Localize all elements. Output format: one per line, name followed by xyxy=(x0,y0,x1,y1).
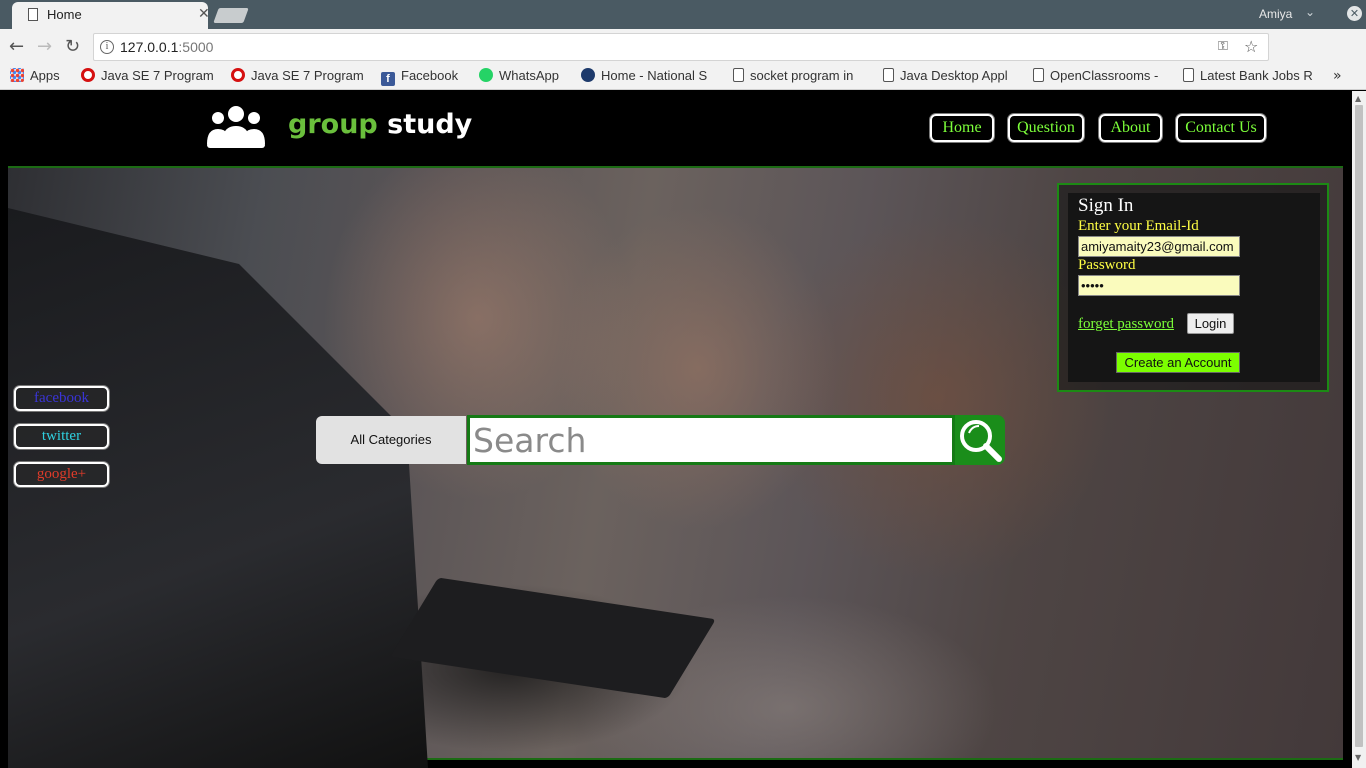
bookmark-national[interactable]: Home - National S xyxy=(581,68,715,86)
twitter-link[interactable]: twitter xyxy=(14,424,109,449)
nav-contact-us[interactable]: Contact Us xyxy=(1176,114,1266,142)
new-tab-button[interactable] xyxy=(213,8,249,23)
url-text[interactable]: 127.0.0.1:5000 xyxy=(120,39,213,55)
email-label: Enter your Email-Id xyxy=(1078,218,1199,234)
site-header: group study Home Question About Contact … xyxy=(0,91,1352,167)
site-icon xyxy=(581,68,595,82)
signin-form: Sign In Enter your Email-Id Password for… xyxy=(1068,193,1320,382)
document-icon xyxy=(883,68,894,82)
bookmarks-bar: Apps Java SE 7 Program Java SE 7 Program… xyxy=(0,65,1366,90)
key-icon[interactable]: ⚿ xyxy=(1218,39,1228,54)
scroll-up-icon[interactable]: ▲ xyxy=(1355,94,1361,103)
page: group study Home Question About Contact … xyxy=(0,91,1352,768)
nav-about[interactable]: About xyxy=(1099,114,1162,142)
whatsapp-icon xyxy=(479,68,493,82)
google-plus-link[interactable]: google+ xyxy=(14,462,109,487)
browser-tab-strip: Home ✕ Amiya ⌄ ✕ xyxy=(0,0,1366,29)
tab-title: Home xyxy=(47,7,82,22)
facebook-icon: f xyxy=(381,72,395,86)
star-icon[interactable]: ☆ xyxy=(1244,37,1258,56)
hero-photo-monitor xyxy=(8,208,428,768)
create-account-button[interactable]: Create an Account xyxy=(1116,352,1240,373)
browser-toolbar: ← → ↻ i 127.0.0.1:5000 ⚿ ☆ ⋮ xyxy=(0,29,1366,86)
scroll-down-icon[interactable]: ▼ xyxy=(1355,753,1361,762)
info-icon[interactable]: i xyxy=(100,40,114,54)
bookmark-java1[interactable]: Java SE 7 Program xyxy=(81,68,217,86)
group-users-icon xyxy=(207,106,265,148)
browser-tab[interactable]: Home ✕ xyxy=(12,2,210,29)
document-icon xyxy=(733,68,744,82)
forgot-password-link[interactable]: forget password xyxy=(1078,316,1174,333)
bookmark-facebook[interactable]: f Facebook xyxy=(381,68,458,86)
forward-arrow-icon[interactable]: → xyxy=(37,36,52,57)
reload-icon[interactable]: ↻ xyxy=(65,36,80,57)
search-icon xyxy=(960,420,1002,462)
address-bar[interactable]: i 127.0.0.1:5000 ⚿ ☆ xyxy=(93,33,1269,61)
window-close-icon[interactable]: ✕ xyxy=(1347,6,1362,21)
bookmark-java-desktop[interactable]: Java Desktop Appl xyxy=(883,68,1017,86)
oracle-icon xyxy=(81,68,95,82)
more-bookmarks-icon[interactable]: » xyxy=(1333,68,1342,84)
nav-home[interactable]: Home xyxy=(930,114,994,142)
signin-title: Sign In xyxy=(1078,195,1134,216)
email-field[interactable] xyxy=(1078,236,1240,257)
login-button[interactable]: Login xyxy=(1187,313,1234,334)
tab-close-icon[interactable]: ✕ xyxy=(198,6,210,22)
apps-grid-icon xyxy=(10,68,24,82)
hero-photo-keyboard xyxy=(390,577,716,699)
profile-name[interactable]: Amiya xyxy=(1259,7,1292,21)
brand-group: group xyxy=(288,109,378,140)
scroll-thumb[interactable] xyxy=(1355,105,1363,747)
document-icon xyxy=(1183,68,1194,82)
password-label: Password xyxy=(1078,257,1136,273)
bookmark-apps[interactable]: Apps xyxy=(10,68,60,86)
facebook-link[interactable]: facebook xyxy=(14,386,109,411)
bookmark-java2[interactable]: Java SE 7 Program xyxy=(231,68,367,86)
password-field[interactable] xyxy=(1078,275,1240,296)
oracle-icon xyxy=(231,68,245,82)
back-arrow-icon[interactable]: ← xyxy=(9,36,24,57)
bookmark-bank-jobs[interactable]: Latest Bank Jobs R xyxy=(1183,68,1317,86)
category-dropdown[interactable]: All Categories xyxy=(316,416,466,464)
bookmark-openclassrooms[interactable]: OpenClassrooms - xyxy=(1033,68,1167,86)
search-button[interactable] xyxy=(955,415,1005,465)
site-brand[interactable]: group study xyxy=(288,109,472,140)
page-icon xyxy=(28,8,38,21)
signin-panel: Sign In Enter your Email-Id Password for… xyxy=(1057,183,1329,392)
bookmark-whatsapp[interactable]: WhatsApp xyxy=(479,68,559,86)
search-input[interactable] xyxy=(467,415,955,465)
bookmark-socket[interactable]: socket program in xyxy=(733,68,867,86)
brand-study: study xyxy=(387,109,473,140)
nav-question[interactable]: Question xyxy=(1008,114,1084,142)
document-icon xyxy=(1033,68,1044,82)
page-scrollbar[interactable]: ▲ ▼ xyxy=(1352,91,1366,768)
chevron-down-icon[interactable]: ⌄ xyxy=(1305,5,1315,19)
